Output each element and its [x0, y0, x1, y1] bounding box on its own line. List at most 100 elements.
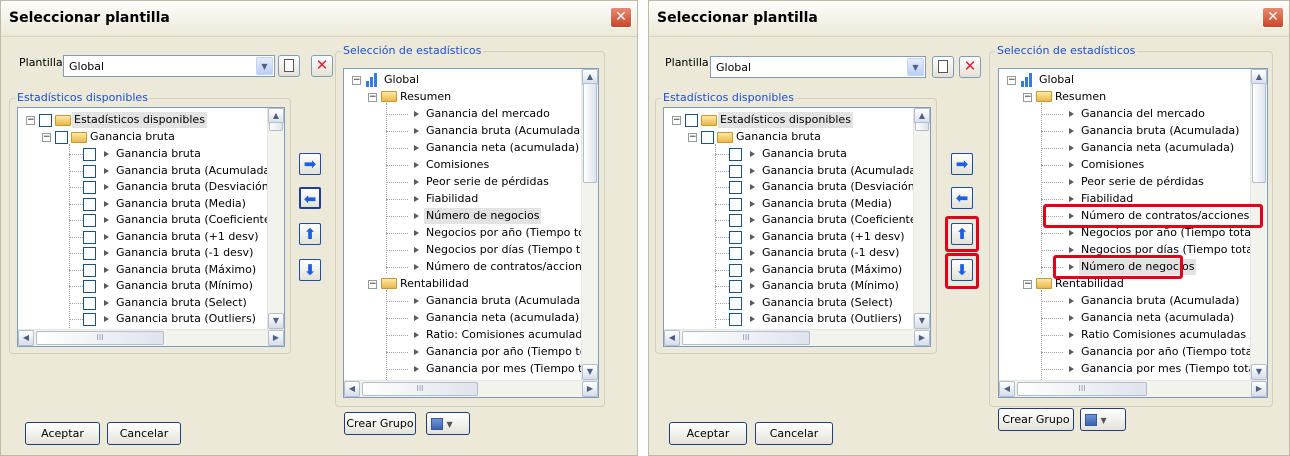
resumen-item[interactable]: Número de negocios	[424, 208, 542, 224]
resumen-item[interactable]: Ganancia del mercado	[424, 106, 552, 122]
move-down-button[interactable]: ⬇	[951, 259, 973, 281]
scroll-thumb[interactable]	[1252, 83, 1266, 183]
new-template-button[interactable]	[932, 56, 954, 78]
crear-grupo-button[interactable]: Crear Grupo	[998, 408, 1074, 431]
scroll-thumb[interactable]	[915, 122, 929, 131]
checkbox[interactable]	[83, 280, 96, 293]
resumen-item[interactable]: Negocios por año (Tiempo total)	[424, 225, 598, 241]
scroll-thumb[interactable]	[269, 122, 283, 131]
tree-group-label[interactable]: Ganancia bruta	[88, 129, 177, 145]
checkbox[interactable]	[83, 164, 96, 178]
plantilla-select[interactable]: Global ▼	[63, 55, 275, 77]
scroll-down-icon[interactable]: ▼	[1251, 364, 1267, 380]
vertical-scrollbar[interactable]: ▲ ▼	[913, 108, 930, 329]
group-resumen-label[interactable]: Resumen	[398, 89, 453, 105]
collapse-icon[interactable]: −	[1007, 76, 1016, 85]
resumen-item[interactable]: Número de contratos/acciones (M	[424, 259, 598, 275]
horizontal-scrollbar[interactable]: ◀ III ▶	[344, 380, 598, 397]
save-dropdown-button[interactable]: ▼	[1080, 408, 1126, 431]
collapse-icon[interactable]: −	[688, 133, 697, 142]
tree-group-label[interactable]: Ganancia bruta	[734, 129, 823, 145]
resumen-item[interactable]: Ganancia bruta (Acumulada)	[424, 123, 586, 139]
available-item[interactable]: Ganancia bruta (Máximo)	[114, 262, 258, 278]
available-tree[interactable]: − Estadísticos disponibles − Ganancia bruta…	[17, 107, 285, 347]
rentabilidad-item[interactable]: Ratio Comisiones acumuladas / Gan	[1079, 327, 1267, 343]
scroll-thumb-h[interactable]: III	[1017, 382, 1147, 396]
horizontal-scrollbar[interactable]: ◀ III ▶	[999, 380, 1267, 397]
tree-root-label[interactable]: Estadísticos disponibles	[72, 112, 207, 128]
checkbox[interactable]	[729, 230, 742, 244]
scroll-left-icon[interactable]: ◀	[18, 330, 34, 346]
rentabilidad-item[interactable]: Ganancia neta (acumulada)	[424, 310, 581, 326]
checkbox[interactable]	[55, 131, 68, 144]
available-item[interactable]: Ganancia bruta (Outliers)	[760, 311, 904, 327]
cancelar-button[interactable]: Cancelar	[755, 422, 833, 445]
aceptar-button[interactable]: Aceptar	[25, 422, 100, 445]
checkbox[interactable]	[729, 181, 742, 194]
scroll-right-icon[interactable]: ▶	[1251, 381, 1267, 397]
scroll-left-icon[interactable]: ◀	[344, 381, 360, 397]
checkbox[interactable]	[83, 181, 96, 194]
resumen-item[interactable]: Negocios por días (Tiempo total)	[424, 242, 598, 258]
move-up-button[interactable]: ⬆	[951, 223, 973, 245]
available-item[interactable]: Ganancia bruta (Desviación ti	[760, 179, 928, 195]
rentabilidad-item[interactable]: Ganancia bruta (Acumulada)	[424, 293, 586, 309]
save-dropdown-button[interactable]: ▼	[426, 412, 470, 435]
delete-template-button[interactable]: ✕	[311, 55, 333, 77]
available-item[interactable]: Ganancia bruta (Select)	[760, 295, 895, 311]
tree-root-label[interactable]: Global	[1037, 72, 1076, 88]
available-item[interactable]: Ganancia bruta (Desviación ti	[114, 179, 282, 195]
scroll-left-icon[interactable]: ◀	[999, 381, 1015, 397]
chevron-down-icon[interactable]: ▼	[907, 58, 924, 76]
available-item[interactable]: Ganancia bruta (Media)	[760, 196, 894, 212]
group-resumen-label[interactable]: Resumen	[1053, 89, 1108, 105]
collapse-icon[interactable]: −	[672, 116, 681, 125]
add-right-button[interactable]: ➡	[299, 153, 321, 175]
checkbox[interactable]	[83, 197, 96, 211]
available-item[interactable]: Ganancia bruta (Coeficiente c	[114, 212, 282, 228]
rentabilidad-item[interactable]: Ratio: Comisiones acumuladas / G	[424, 327, 598, 343]
scroll-down-icon[interactable]: ▼	[268, 313, 284, 329]
checkbox[interactable]	[729, 263, 742, 277]
remove-left-button[interactable]: ⬅	[951, 187, 973, 209]
checkbox[interactable]	[729, 296, 742, 310]
resumen-item[interactable]: Comisiones	[424, 157, 491, 173]
crear-grupo-button[interactable]: Crear Grupo	[344, 412, 416, 435]
resumen-item[interactable]: Comisiones	[1079, 157, 1146, 173]
scroll-right-icon[interactable]: ▶	[268, 330, 284, 346]
checkbox[interactable]	[83, 313, 96, 326]
new-template-button[interactable]	[278, 55, 300, 77]
rentabilidad-item[interactable]: Ganancia por año (Tiempo total)	[424, 344, 598, 360]
available-item[interactable]: Ganancia bruta (Coeficiente c	[760, 212, 928, 228]
available-item[interactable]: Ganancia bruta	[760, 146, 849, 162]
available-item[interactable]: Ganancia bruta (+1 desv)	[760, 229, 907, 245]
close-button[interactable]: ✕	[1262, 7, 1284, 28]
horizontal-scrollbar[interactable]: ◀ III ▶	[18, 329, 284, 346]
scroll-thumb-h[interactable]: III	[36, 331, 164, 345]
checkbox[interactable]	[83, 247, 96, 260]
scroll-thumb-h[interactable]: III	[362, 382, 478, 396]
vertical-scrollbar[interactable]: ▲ ▼	[581, 69, 598, 380]
checkbox[interactable]	[729, 247, 742, 260]
collapse-icon[interactable]: −	[352, 76, 361, 85]
resumen-item[interactable]: Ganancia del mercado	[1079, 106, 1207, 122]
collapse-icon[interactable]: −	[368, 280, 377, 289]
collapse-icon[interactable]: −	[26, 116, 35, 125]
scroll-right-icon[interactable]: ▶	[582, 381, 598, 397]
checkbox[interactable]	[729, 148, 742, 161]
chevron-down-icon[interactable]: ▼	[256, 57, 273, 75]
scroll-down-icon[interactable]: ▼	[914, 313, 930, 329]
rentabilidad-item[interactable]: Ganancia por mes (Tiempo total)	[424, 361, 598, 377]
selection-tree[interactable]: − Global − Resumen Ganancia del mercado Ganan…	[998, 68, 1268, 398]
close-button[interactable]: ✕	[610, 7, 632, 28]
available-item[interactable]: Ganancia bruta (Select)	[114, 295, 249, 311]
collapse-icon[interactable]: −	[1023, 93, 1032, 102]
resumen-item[interactable]: Ganancia bruta (Acumulada)	[1079, 123, 1241, 139]
rentabilidad-item[interactable]: Ganancia neta (acumulada)	[1079, 310, 1236, 326]
available-item[interactable]: Ganancia bruta (-1 desv)	[760, 245, 901, 261]
checkbox[interactable]	[729, 214, 742, 227]
scroll-right-icon[interactable]: ▶	[914, 330, 930, 346]
move-down-button[interactable]: ⬇	[299, 259, 321, 281]
group-rentabilidad-label[interactable]: Rentabilidad	[398, 276, 471, 292]
resumen-item[interactable]: Peor serie de pérdidas	[424, 174, 551, 190]
